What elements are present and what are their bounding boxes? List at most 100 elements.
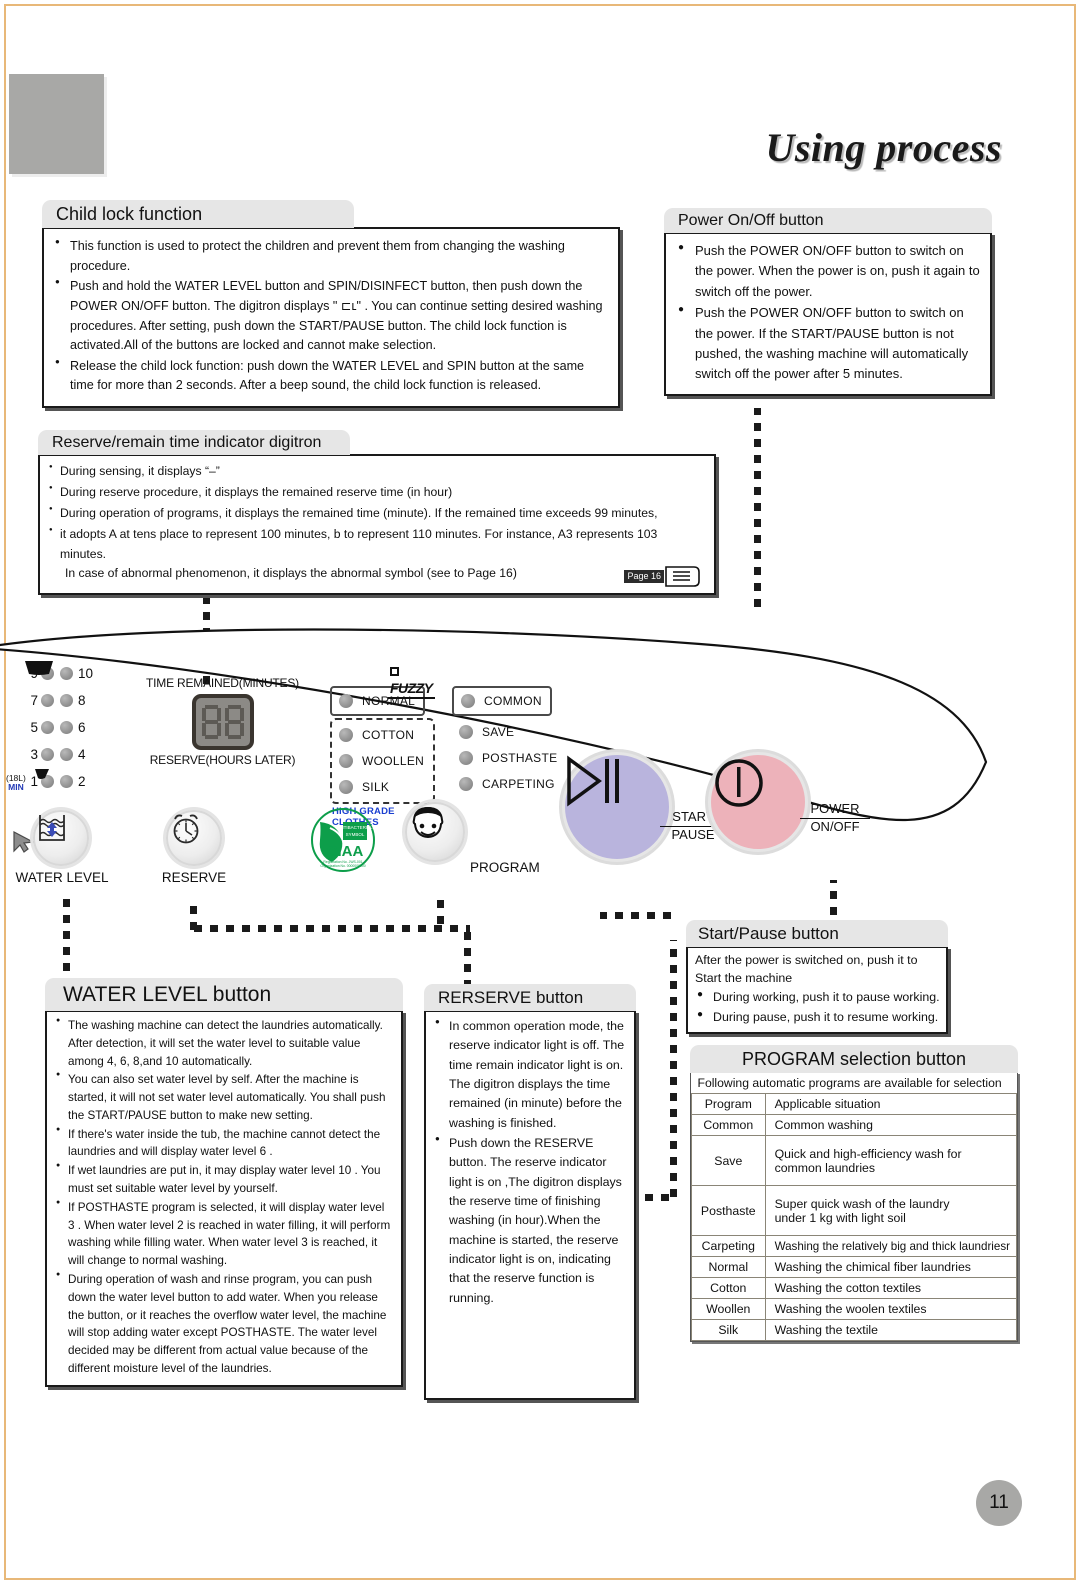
program-item-cotton[interactable]: COTTON xyxy=(332,722,425,748)
cell-situation: Washing the relatively big and thick lau… xyxy=(764,1235,1018,1257)
program-item-carpeting[interactable]: CARPETING xyxy=(452,771,562,797)
water-bowl-icon xyxy=(32,661,50,672)
level-number: 2 xyxy=(78,774,86,789)
list-item: In common operation mode, the reserve in… xyxy=(434,1016,628,1133)
program-item-common[interactable]: COMMON xyxy=(454,688,542,714)
cell-program: Posthaste xyxy=(691,1185,766,1236)
table-row: Normal Washing the chimical fiber laundr… xyxy=(691,1256,1018,1278)
reserve-header: RERSERVE button xyxy=(424,984,636,1011)
table-row: Carpeting Washing the relatively big and… xyxy=(691,1235,1018,1257)
program-selection-callout: PROGRAM selection button Following autom… xyxy=(690,1045,1018,1342)
list-item-text: it adopts A at tens place to represent 1… xyxy=(60,526,658,561)
power-onoff-body: Push the POWER ON/OFF button to switch o… xyxy=(664,232,992,396)
ciaa-logo: ANTIBACTERIAL SYMBOL CIAA Registration N… xyxy=(310,808,376,872)
onoff-label: ON/OFF xyxy=(810,818,860,834)
power-onoff-list: Push the POWER ON/OFF button to switch o… xyxy=(676,240,981,385)
list-item: This function is used to protect the chi… xyxy=(53,236,609,276)
reserve-button-callout: RERSERVE button In common operation mode… xyxy=(424,984,636,1400)
connector-program-down xyxy=(437,892,444,924)
water-level-button[interactable] xyxy=(33,810,89,866)
reserve-button[interactable] xyxy=(166,810,222,866)
program-label: COMMON xyxy=(484,694,542,708)
list-item: During sensing, it displays “–” xyxy=(48,462,704,482)
control-panel-illustration: 9 10 7 8 5 6 3 xyxy=(0,612,1000,902)
list-item-continuation: In case of abnormal phenomenon, it displ… xyxy=(65,566,517,581)
page-title: Using process xyxy=(765,125,1002,170)
indicator-lamp xyxy=(60,775,73,788)
program-selection-header: PROGRAM selection button xyxy=(690,1045,1018,1073)
level-number: 8 xyxy=(78,693,86,708)
power-onoff-button[interactable] xyxy=(708,752,808,852)
program-item-silk[interactable]: SILK xyxy=(332,774,425,800)
cell-situation: Quick and high-efficiency wash for commo… xyxy=(764,1135,1018,1186)
power-onoff-caption: POWER ON/OFF xyxy=(800,801,870,834)
cell-program: Cotton xyxy=(691,1277,766,1299)
list-item: Push the POWER ON/OFF button to switch o… xyxy=(676,240,981,302)
connector-startpause-across xyxy=(600,912,678,919)
start-pause-body: After the power is switched on, push it … xyxy=(686,946,948,1035)
indicator-lamp xyxy=(41,694,54,707)
list-item: Push down the RESERVE button. The reserv… xyxy=(434,1133,628,1308)
indicator-lamp xyxy=(60,748,73,761)
digitron-display xyxy=(191,694,254,750)
level-number: 5 xyxy=(30,720,38,735)
program-item-save[interactable]: SAVE xyxy=(452,719,562,745)
table-row: Common Common washing xyxy=(691,1114,1018,1136)
connector-reserve-to-box xyxy=(464,925,471,987)
level-number: 6 xyxy=(78,720,86,735)
page-number: 11 xyxy=(976,1480,1022,1526)
reserve-hours-label: RESERVE(HOURS LATER) xyxy=(149,753,296,767)
water-bowl-icon xyxy=(35,769,49,779)
water-level-icon xyxy=(39,815,65,841)
level-number: 7 xyxy=(30,693,38,708)
program-label: SAVE xyxy=(482,725,515,739)
min-volume-text: MIN xyxy=(8,781,24,792)
svg-text:ANTIBACTERIAL: ANTIBACTERIAL xyxy=(337,825,373,830)
min-volume-label: (18L) MIN xyxy=(6,774,26,791)
power-icon xyxy=(715,759,763,807)
page-ref-label: Page 16 xyxy=(624,569,664,583)
list-item: Push and hold the WATER LEVEL button and… xyxy=(53,276,609,356)
common-program-box[interactable]: COMMON xyxy=(452,686,552,716)
list-item: If there's water inside the tub, the mac… xyxy=(54,1125,394,1162)
pointing-hand-icon xyxy=(665,566,700,588)
list-item: The washing machine can detect the laund… xyxy=(54,1016,394,1070)
water-level-row: (18L) MIN 1 2 xyxy=(6,768,98,795)
face-icon xyxy=(412,806,444,839)
indicator-lamp xyxy=(459,751,473,765)
table-row: Cotton Washing the cotton textiles xyxy=(691,1277,1018,1299)
start-pause-header: Start/Pause button xyxy=(686,920,948,947)
connector-power-to-panel xyxy=(754,408,761,614)
program-label: SILK xyxy=(362,780,390,794)
program-button[interactable] xyxy=(405,802,465,862)
water-level-button-callout: WATER LEVEL button The washing machine c… xyxy=(45,978,403,1387)
cell-program: Save xyxy=(691,1135,766,1186)
cell-situation: Washing the textile xyxy=(764,1319,1018,1341)
list-item: You can also set water level by self. Af… xyxy=(54,1070,394,1124)
program-column-right: COMMON SAVE POSTHASTE CARPETING xyxy=(452,686,562,797)
table-header-row: Program Applicable situation xyxy=(691,1093,1018,1115)
fuzzy-label: FUZZY xyxy=(390,680,433,696)
play-pause-icon xyxy=(567,755,619,807)
cell-program: Carpeting xyxy=(691,1235,766,1257)
digitron-display-group: TIME REMAINED(MINUTES) RESERVE(HOURS LAT… xyxy=(135,676,310,767)
list-item: If POSTHASTE program is selected, it wil… xyxy=(54,1198,394,1270)
high-grade-clothes-group: COTTON WOOLLEN SILK xyxy=(330,718,435,804)
indicator-lamp xyxy=(339,694,353,708)
list-item: During operation of programs, it display… xyxy=(48,504,704,524)
cell-situation: Washing the cotton textiles xyxy=(764,1277,1018,1299)
ciaa-logo-icon: ANTIBACTERIAL SYMBOL CIAA Registration N… xyxy=(311,808,375,872)
fuzzy-square-icon xyxy=(390,667,399,676)
cell-program: Woollen xyxy=(691,1298,766,1320)
program-item-posthaste[interactable]: POSTHASTE xyxy=(452,745,562,771)
program-item-woollen[interactable]: WOOLLEN xyxy=(332,748,425,774)
start-pause-button[interactable] xyxy=(562,752,672,862)
power-onoff-header: Power On/Off button xyxy=(664,208,992,233)
connector-program-long xyxy=(670,940,677,1198)
list-item: During working, push it to pause working… xyxy=(695,987,940,1007)
power-onoff-callout: Power On/Off button Push the POWER ON/OF… xyxy=(664,208,992,396)
water-level-button-caption: WATER LEVEL xyxy=(15,870,109,885)
list-item: During pause, push it to resume working. xyxy=(695,1007,940,1027)
digitron-list: During sensing, it displays “–” During r… xyxy=(48,462,704,584)
program-table: Following automatic programs are availab… xyxy=(691,1073,1018,1341)
